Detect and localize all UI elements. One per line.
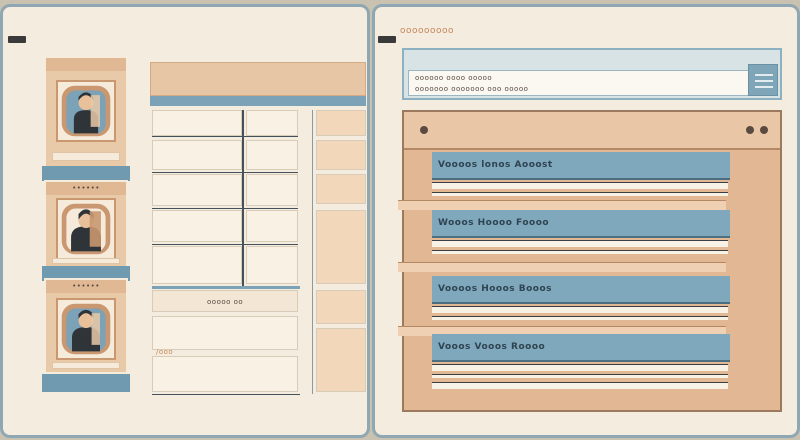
list-item-line xyxy=(432,382,728,389)
list-item-title: Voooos Hooos Booos xyxy=(438,283,553,294)
table-divider xyxy=(152,244,298,245)
table-divider xyxy=(152,208,298,209)
table-divider xyxy=(152,394,300,395)
list-window: Voooos lonos Aooost Wooos Hoooo Foooo Vo… xyxy=(398,110,782,412)
table-side-label: /ooo xyxy=(156,348,174,356)
list-item-line xyxy=(432,182,728,189)
table-cell[interactable] xyxy=(152,210,242,242)
list-item-title: Wooos Hoooo Foooo xyxy=(438,217,550,228)
table-divider xyxy=(152,286,300,289)
right-menu-icon[interactable] xyxy=(378,36,396,43)
table-divider xyxy=(312,110,313,394)
list-item-title-bar: Voooos Hooos Booos xyxy=(432,276,730,304)
list-item-title-bar: Vooos Vooos Roooo xyxy=(432,334,730,362)
table-divider xyxy=(152,136,298,137)
list-item-line xyxy=(432,374,728,378)
table-cell[interactable] xyxy=(246,246,298,284)
list-item-line xyxy=(432,316,728,320)
left-menu-icon[interactable] xyxy=(8,36,26,43)
thumbnail-caption xyxy=(52,362,120,369)
table-footer-label: ooooo oo xyxy=(207,298,244,306)
thumbnail-header: •••••• xyxy=(46,182,126,195)
table-top-bar xyxy=(150,96,366,106)
list-item-line xyxy=(432,364,728,371)
window-title: ooooooooo xyxy=(400,26,455,36)
table-cell[interactable] xyxy=(152,356,298,392)
thumbnail-card[interactable]: •••••• xyxy=(44,180,128,268)
thumbnail-column: •••••• •••••• xyxy=(42,52,130,392)
window-dot-icon[interactable] xyxy=(746,126,754,134)
table-cell[interactable] xyxy=(316,140,366,170)
search-line-2: ooooooo ooooooo ooo ooooo xyxy=(415,85,529,93)
table-cell[interactable] xyxy=(152,316,298,350)
portrait-icon xyxy=(56,80,116,142)
table-divider xyxy=(242,110,244,286)
thumbnail-header: •••••• xyxy=(46,280,126,293)
thumbnail-divider xyxy=(42,374,130,392)
table-cell[interactable] xyxy=(152,140,242,170)
window-dot-icon[interactable] xyxy=(760,126,768,134)
list-separator xyxy=(398,200,726,210)
table-cell[interactable] xyxy=(152,246,242,284)
portrait-icon xyxy=(56,298,116,360)
thumbnail-card[interactable]: •••••• xyxy=(44,278,128,374)
table-header xyxy=(150,62,366,96)
table-cell[interactable] xyxy=(246,110,298,136)
hamburger-icon[interactable] xyxy=(748,64,778,96)
table-cell[interactable] xyxy=(152,174,242,206)
table-cell[interactable] xyxy=(316,210,366,284)
search-bar: oooooo oooo ooooo ooooooo ooooooo ooo oo… xyxy=(402,48,782,100)
list-item-title-bar: Voooos lonos Aooost xyxy=(432,152,730,180)
list-item-line xyxy=(432,240,728,247)
list-item-line xyxy=(432,192,728,196)
list-window-titlebar xyxy=(404,112,780,150)
table-divider xyxy=(152,172,298,173)
thumbnail-caption xyxy=(52,258,120,264)
window-dot-icon[interactable] xyxy=(420,126,428,134)
table-cell[interactable] xyxy=(316,328,366,392)
table-cell[interactable] xyxy=(316,290,366,324)
thumbnail-caption xyxy=(52,152,120,161)
table-footer-row[interactable]: ooooo oo xyxy=(152,290,298,312)
list-item-title: Voooos lonos Aooost xyxy=(438,159,553,170)
portrait-icon xyxy=(56,198,116,260)
table-cell[interactable] xyxy=(246,140,298,170)
thumbnail-card[interactable] xyxy=(44,56,128,168)
thumbnail-divider xyxy=(42,166,130,181)
thumbnail-header xyxy=(46,58,126,71)
list-item-title: Vooos Vooos Roooo xyxy=(438,341,546,352)
list-separator xyxy=(398,262,726,272)
list-item-line xyxy=(432,306,728,313)
table-cell[interactable] xyxy=(246,210,298,242)
table-cell[interactable] xyxy=(316,110,366,136)
search-input[interactable]: oooooo oooo ooooo ooooooo ooooooo ooo oo… xyxy=(408,70,752,96)
table-cell[interactable] xyxy=(246,174,298,206)
table-cell[interactable] xyxy=(152,110,242,136)
table-cell[interactable] xyxy=(316,174,366,204)
search-line-1: oooooo oooo ooooo xyxy=(415,74,493,82)
list-item-title-bar: Wooos Hoooo Foooo xyxy=(432,210,730,238)
list-item-line xyxy=(432,250,728,254)
